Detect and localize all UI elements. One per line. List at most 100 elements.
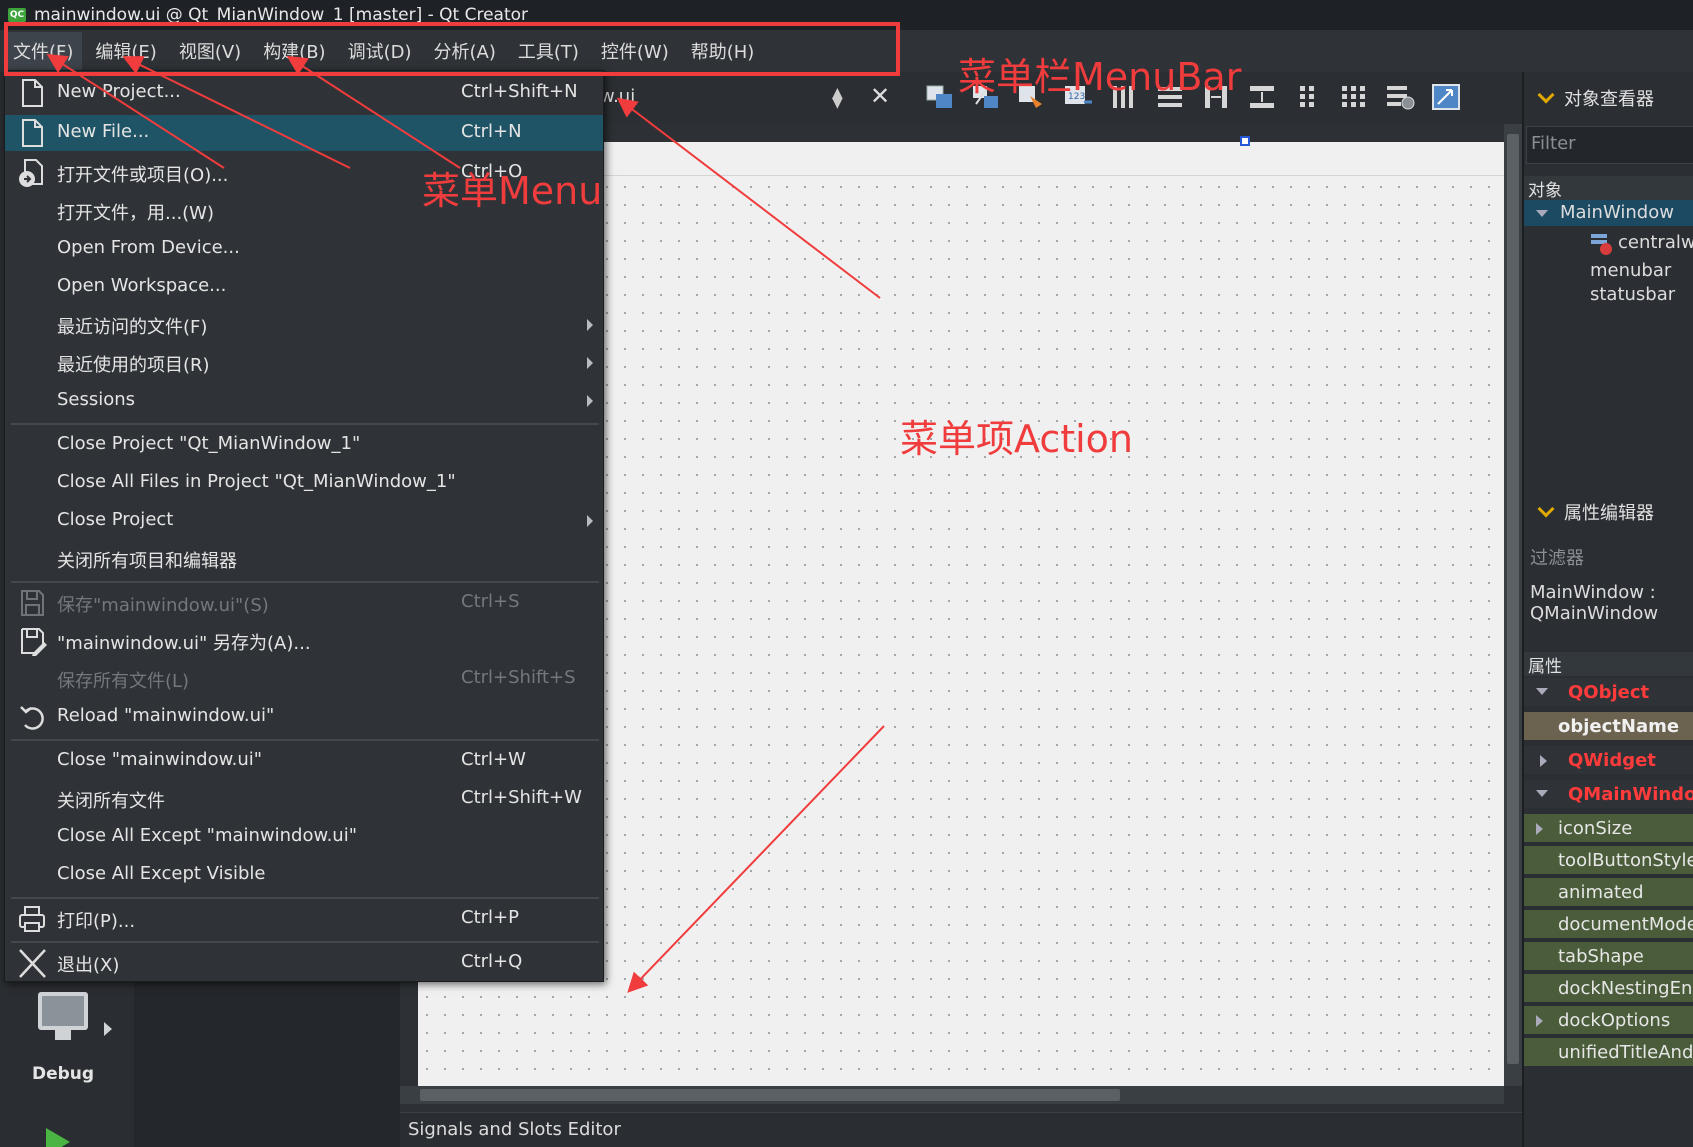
mode-debug-label: Debug bbox=[31, 1064, 95, 1084]
property-category-qwidget[interactable]: QWidget bbox=[1524, 746, 1693, 776]
close-document-icon[interactable]: ✕ bbox=[870, 82, 890, 110]
menu-item-label: Close All Except Visible bbox=[57, 863, 266, 884]
layout-splitter-vertical-icon[interactable] bbox=[1246, 82, 1278, 112]
property-label: unifiedTitleAndToolBarOnMac bbox=[1558, 1042, 1693, 1063]
vertical-scroll-thumb[interactable] bbox=[1507, 134, 1519, 1064]
property-category-qobject[interactable]: QObject bbox=[1524, 678, 1693, 708]
horizontal-scroll-thumb[interactable] bbox=[420, 1089, 1120, 1101]
menu-item-open-from-device[interactable]: Open From Device... bbox=[5, 231, 603, 267]
menu-item-close-project[interactable]: Close Project bbox=[5, 503, 603, 539]
adjust-size-icon[interactable] bbox=[1430, 82, 1462, 112]
menu-item-recent-files[interactable]: 最近访问的文件(F) bbox=[5, 307, 603, 343]
property-objectname[interactable]: objectName bbox=[1524, 712, 1693, 742]
tree-item-label: menubar bbox=[1590, 260, 1672, 281]
property-dockoptions[interactable]: dockOptions bbox=[1524, 1006, 1693, 1036]
break-layout-icon[interactable] bbox=[1384, 82, 1416, 112]
menu-separator bbox=[11, 739, 599, 741]
new-document-icon bbox=[22, 119, 43, 147]
widget-icon bbox=[1591, 234, 1612, 255]
menu-item-close-all-except-visible[interactable]: Close All Except Visible bbox=[5, 857, 603, 893]
tree-item-mainwindow[interactable]: MainWindow bbox=[1524, 200, 1693, 226]
menu-item-exit[interactable]: 退出(X) Ctrl+Q bbox=[5, 945, 603, 981]
editor-file-name[interactable]: w.ui bbox=[600, 86, 635, 107]
edit-widgets-icon[interactable] bbox=[924, 82, 956, 112]
menu-item-label: 打开文件，用...(W) bbox=[57, 203, 215, 224]
menu-item-label: New Project... bbox=[57, 81, 181, 102]
property-editor-title[interactable]: 属性编辑器 bbox=[1524, 490, 1693, 534]
menu-item-label: 关闭所有项目和编辑器 bbox=[57, 551, 237, 572]
menu-item-sessions[interactable]: Sessions bbox=[5, 383, 603, 419]
property-filter-input[interactable]: 过滤器 bbox=[1526, 538, 1693, 576]
property-toolbuttonstyle[interactable]: toolButtonStyle bbox=[1524, 846, 1693, 876]
expand-arrow-icon[interactable] bbox=[1536, 823, 1543, 835]
menu-item-shortcut: Ctrl+W bbox=[461, 749, 526, 770]
property-label: documentMode bbox=[1558, 914, 1693, 935]
expand-arrow-icon[interactable] bbox=[1536, 210, 1548, 217]
menu-item-new-project[interactable]: New Project... Ctrl+Shift+N bbox=[5, 75, 603, 111]
menu-item-shortcut: Ctrl+S bbox=[461, 591, 520, 612]
annotation-menu-label: 菜单Menu bbox=[422, 169, 603, 213]
property-category-qmainwindow[interactable]: QMainWindow bbox=[1524, 780, 1693, 810]
monitor-icon bbox=[38, 992, 88, 1030]
menu-item-label: 保存所有文件(L) bbox=[57, 671, 190, 692]
submenu-arrow-icon bbox=[587, 395, 593, 407]
expand-arrow-icon[interactable] bbox=[1536, 790, 1548, 797]
property-tabshape[interactable]: tabShape bbox=[1524, 942, 1693, 972]
exit-icon bbox=[19, 949, 46, 978]
horizontal-scrollbar[interactable] bbox=[400, 1086, 1504, 1104]
menu-item-save-as[interactable]: "mainwindow.ui" 另存为(A)... bbox=[5, 623, 603, 659]
menu-item-reload[interactable]: Reload "mainwindow.ui" bbox=[5, 699, 603, 735]
property-label: iconSize bbox=[1558, 818, 1633, 839]
expand-arrow-icon[interactable] bbox=[1536, 1015, 1543, 1027]
layout-form-icon[interactable] bbox=[1292, 82, 1324, 112]
menu-item-close-all-except[interactable]: Close All Except "mainwindow.ui" bbox=[5, 819, 603, 855]
tree-item-label: statusbar bbox=[1590, 284, 1676, 305]
menu-item-close-project-named[interactable]: Close Project "Qt_MianWindow_1" bbox=[5, 427, 603, 463]
menu-item-close-document[interactable]: Close "mainwindow.ui" Ctrl+W bbox=[5, 743, 603, 779]
menu-item-label: 保存"mainwindow.ui"(S) bbox=[57, 595, 269, 616]
property-documentmode[interactable]: documentMode bbox=[1524, 910, 1693, 940]
annotation-action-label: 菜单项Action bbox=[900, 417, 1134, 461]
menu-item-save-all[interactable]: 保存所有文件(L) Ctrl+Shift+S bbox=[5, 661, 603, 697]
menu-item-label: Close Project bbox=[57, 509, 174, 530]
signals-slots-editor-label: Signals and Slots Editor bbox=[408, 1119, 621, 1140]
document-switch-icon[interactable]: ▲ ▼ bbox=[832, 86, 843, 110]
menu-item-label: "mainwindow.ui" 另存为(A)... bbox=[57, 633, 311, 654]
right-dock-panel: 对象查看器 Filter 对象 MainWindow centralwidget… bbox=[1522, 72, 1693, 1147]
property-unifiedtitleandtoolbaronmac[interactable]: unifiedTitleAndToolBarOnMac bbox=[1524, 1038, 1693, 1068]
menu-item-new-file[interactable]: New File... Ctrl+N bbox=[5, 115, 603, 151]
menu-item-open-workspace[interactable]: Open Workspace... bbox=[5, 269, 603, 305]
run-icon[interactable] bbox=[46, 1128, 70, 1147]
tree-item-menubar[interactable]: menubar bbox=[1524, 258, 1693, 284]
expand-arrow-icon[interactable] bbox=[1536, 688, 1548, 695]
menu-item-print[interactable]: 打印(P)... Ctrl+P bbox=[5, 901, 603, 937]
layout-grid-icon[interactable] bbox=[1338, 82, 1370, 112]
menu-item-recent-projects[interactable]: 最近使用的项目(R) bbox=[5, 345, 603, 381]
submenu-arrow-icon bbox=[104, 1022, 112, 1036]
property-animated[interactable]: animated bbox=[1524, 878, 1693, 908]
tree-item-centralwidget[interactable]: centralwidget bbox=[1524, 230, 1693, 256]
menu-separator bbox=[11, 423, 599, 425]
property-iconsize[interactable]: iconSize bbox=[1524, 814, 1693, 844]
menu-item-close-all-files[interactable]: 关闭所有文件 Ctrl+Shift+W bbox=[5, 781, 603, 817]
menu-item-close-all-files-in-project[interactable]: Close All Files in Project "Qt_MianWindo… bbox=[5, 465, 603, 501]
menu-item-label: Close All Files in Project "Qt_MianWindo… bbox=[57, 471, 456, 492]
signals-slots-editor-tab[interactable]: Signals and Slots Editor bbox=[400, 1112, 1522, 1147]
menu-item-label: Open Workspace... bbox=[57, 275, 227, 296]
property-label: dockNestingEnabled bbox=[1558, 978, 1693, 999]
object-filter-input[interactable]: Filter bbox=[1526, 126, 1693, 164]
tree-item-statusbar[interactable]: statusbar bbox=[1524, 282, 1693, 308]
menu-item-label: 最近使用的项目(R) bbox=[57, 355, 210, 376]
collapse-chevron-icon bbox=[1537, 500, 1555, 518]
selection-handle[interactable] bbox=[1240, 136, 1250, 146]
object-inspector-title[interactable]: 对象查看器 bbox=[1524, 76, 1693, 120]
expand-arrow-icon[interactable] bbox=[1540, 755, 1547, 767]
vertical-scrollbar[interactable] bbox=[1504, 124, 1522, 1086]
menu-item-shortcut: Ctrl+N bbox=[461, 121, 522, 142]
submenu-arrow-icon bbox=[587, 515, 593, 527]
property-docknestingenabled[interactable]: dockNestingEnabled bbox=[1524, 974, 1693, 1004]
menu-item-close-all-projects-editors[interactable]: 关闭所有项目和编辑器 bbox=[5, 541, 603, 577]
menu-item-save[interactable]: 保存"mainwindow.ui"(S) Ctrl+S bbox=[5, 585, 603, 621]
property-label: toolButtonStyle bbox=[1558, 850, 1693, 871]
open-document-icon bbox=[19, 159, 43, 187]
